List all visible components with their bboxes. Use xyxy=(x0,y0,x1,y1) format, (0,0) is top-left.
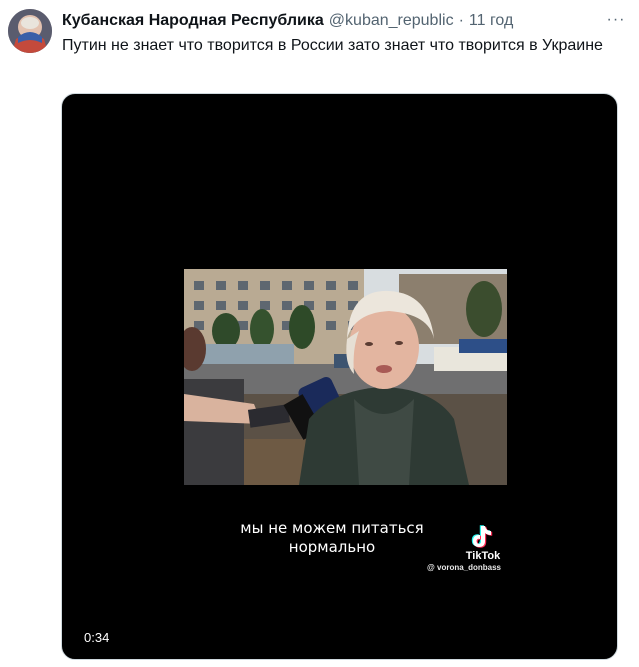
author-display-name[interactable]: Кубанская Народная Республика xyxy=(62,12,324,30)
tweet-text: Путин не знает что творится в России зат… xyxy=(62,37,603,54)
tiktok-username: @ vorona_donbass xyxy=(426,563,502,572)
more-horizontal-icon: ··· xyxy=(606,11,626,28)
author-handle[interactable]: @kuban_republic xyxy=(329,12,454,30)
tweet[interactable]: Кубанская Народная Республика @kuban_rep… xyxy=(0,0,639,667)
video-player[interactable]: мы не можем питаться нормально TikTok @ … xyxy=(61,93,618,660)
avatar[interactable] xyxy=(8,9,52,53)
tiktok-brand-label: TikTok xyxy=(465,550,501,562)
video-still-image xyxy=(184,269,507,485)
tiktok-logo-icon xyxy=(471,525,493,548)
video-duration: 0:34 xyxy=(84,630,110,645)
video-subtitle-line-1: мы не можем питаться xyxy=(240,519,424,537)
video-frame xyxy=(184,269,507,485)
avatar-image xyxy=(8,9,52,53)
more-options-button[interactable]: ··· xyxy=(603,10,629,30)
video-subtitle-line-2: нормально xyxy=(288,538,376,556)
tweet-timestamp[interactable]: 11 год xyxy=(469,12,513,30)
header-separator: · xyxy=(458,12,464,29)
video-subtitle: мы не можем питаться нормально xyxy=(212,519,452,557)
tweet-header: Кубанская Народная Республика @kuban_rep… xyxy=(62,11,513,31)
